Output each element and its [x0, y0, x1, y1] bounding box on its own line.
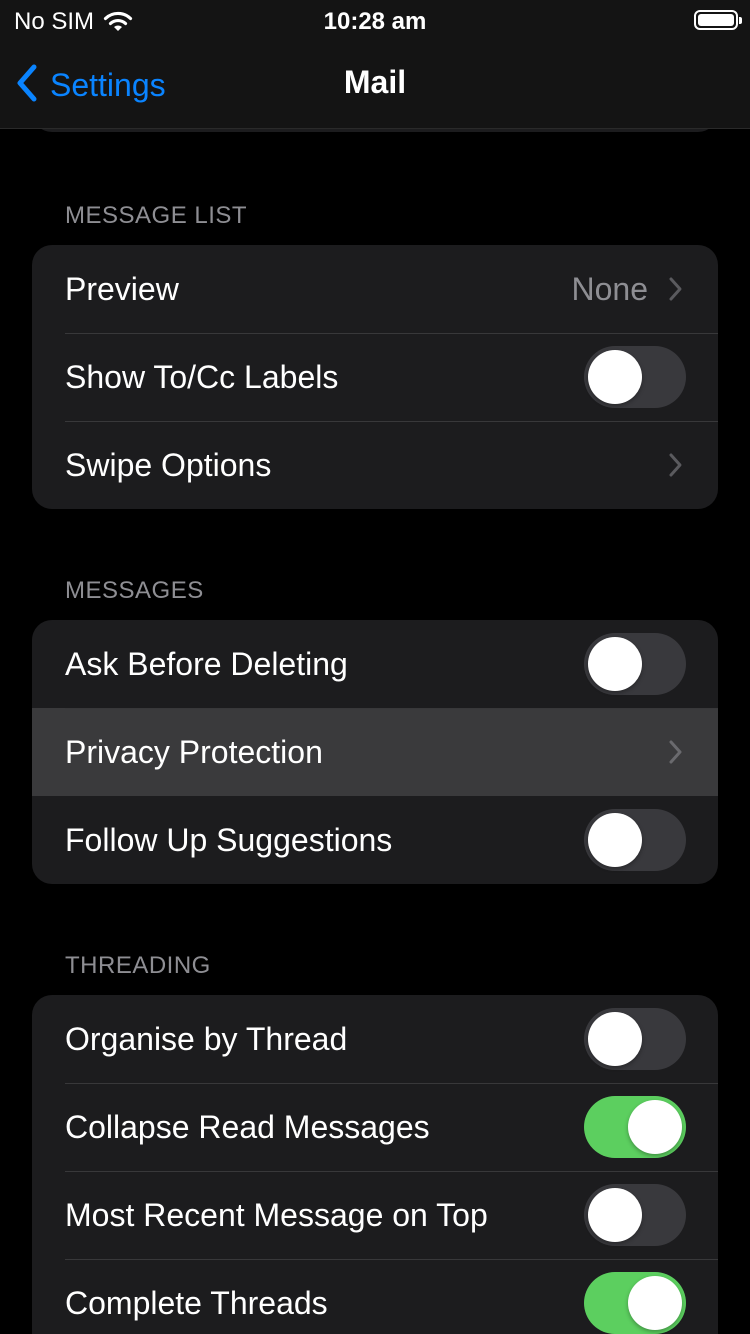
group-messages: Ask Before Deleting Privacy Protection F…: [32, 620, 718, 884]
row-organise-by-thread: Organise by Thread: [32, 995, 718, 1083]
group-message-list: Preview None Show To/Cc Labels Swipe Opt…: [32, 245, 718, 509]
row-label: Organise by Thread: [65, 1020, 348, 1057]
row-label: Preview: [65, 270, 179, 307]
chevron-right-icon: [669, 740, 682, 764]
status-time: 10:28 am: [323, 8, 427, 35]
row-follow-up-suggestions: Follow Up Suggestions: [32, 796, 718, 884]
row-most-recent-message-on-top: Most Recent Message on Top: [32, 1171, 718, 1259]
toggle-organise-by-thread[interactable]: [584, 1008, 686, 1070]
row-label: Show To/Cc Labels: [65, 358, 339, 395]
toggle-follow-up-suggestions[interactable]: [584, 809, 686, 871]
row-label: Follow Up Suggestions: [65, 821, 393, 858]
row-label: Complete Threads: [65, 1284, 328, 1321]
row-swipe-options[interactable]: Swipe Options: [32, 421, 718, 509]
toggle-ask-before-deleting[interactable]: [584, 633, 686, 695]
row-ask-before-deleting: Ask Before Deleting: [32, 620, 718, 708]
toggle-complete-threads[interactable]: [584, 1272, 686, 1334]
row-label: Swipe Options: [65, 446, 272, 483]
row-collapse-read-messages: Collapse Read Messages: [32, 1083, 718, 1171]
row-label: Ask Before Deleting: [65, 645, 348, 682]
toggle-show-to-cc-labels[interactable]: [584, 346, 686, 408]
row-preview[interactable]: Preview None: [32, 245, 718, 333]
top-bar: No SIM 10:28 am Settings Mail: [0, 0, 750, 129]
page-title: Mail: [343, 64, 407, 100]
toggle-most-recent-message-on-top[interactable]: [584, 1184, 686, 1246]
row-label: Privacy Protection: [65, 733, 323, 770]
group-threading: Organise by Thread Collapse Read Message…: [32, 995, 718, 1334]
section-header-threading: THREADING: [65, 952, 211, 979]
row-show-to-cc-labels: Show To/Cc Labels: [32, 333, 718, 421]
row-label: Collapse Read Messages: [65, 1108, 430, 1145]
row-privacy-protection[interactable]: Privacy Protection: [32, 708, 718, 796]
chevron-right-icon: [669, 453, 682, 477]
row-value: None: [571, 270, 649, 307]
chevron-right-icon: [669, 277, 682, 301]
section-header-message-list: MESSAGE LIST: [65, 202, 248, 229]
row-complete-threads: Complete Threads: [32, 1259, 718, 1334]
section-header-messages: MESSAGES: [65, 577, 204, 604]
battery-icon: [694, 10, 742, 30]
row-label: Most Recent Message on Top: [65, 1196, 488, 1233]
toggle-collapse-read-messages[interactable]: [584, 1096, 686, 1158]
